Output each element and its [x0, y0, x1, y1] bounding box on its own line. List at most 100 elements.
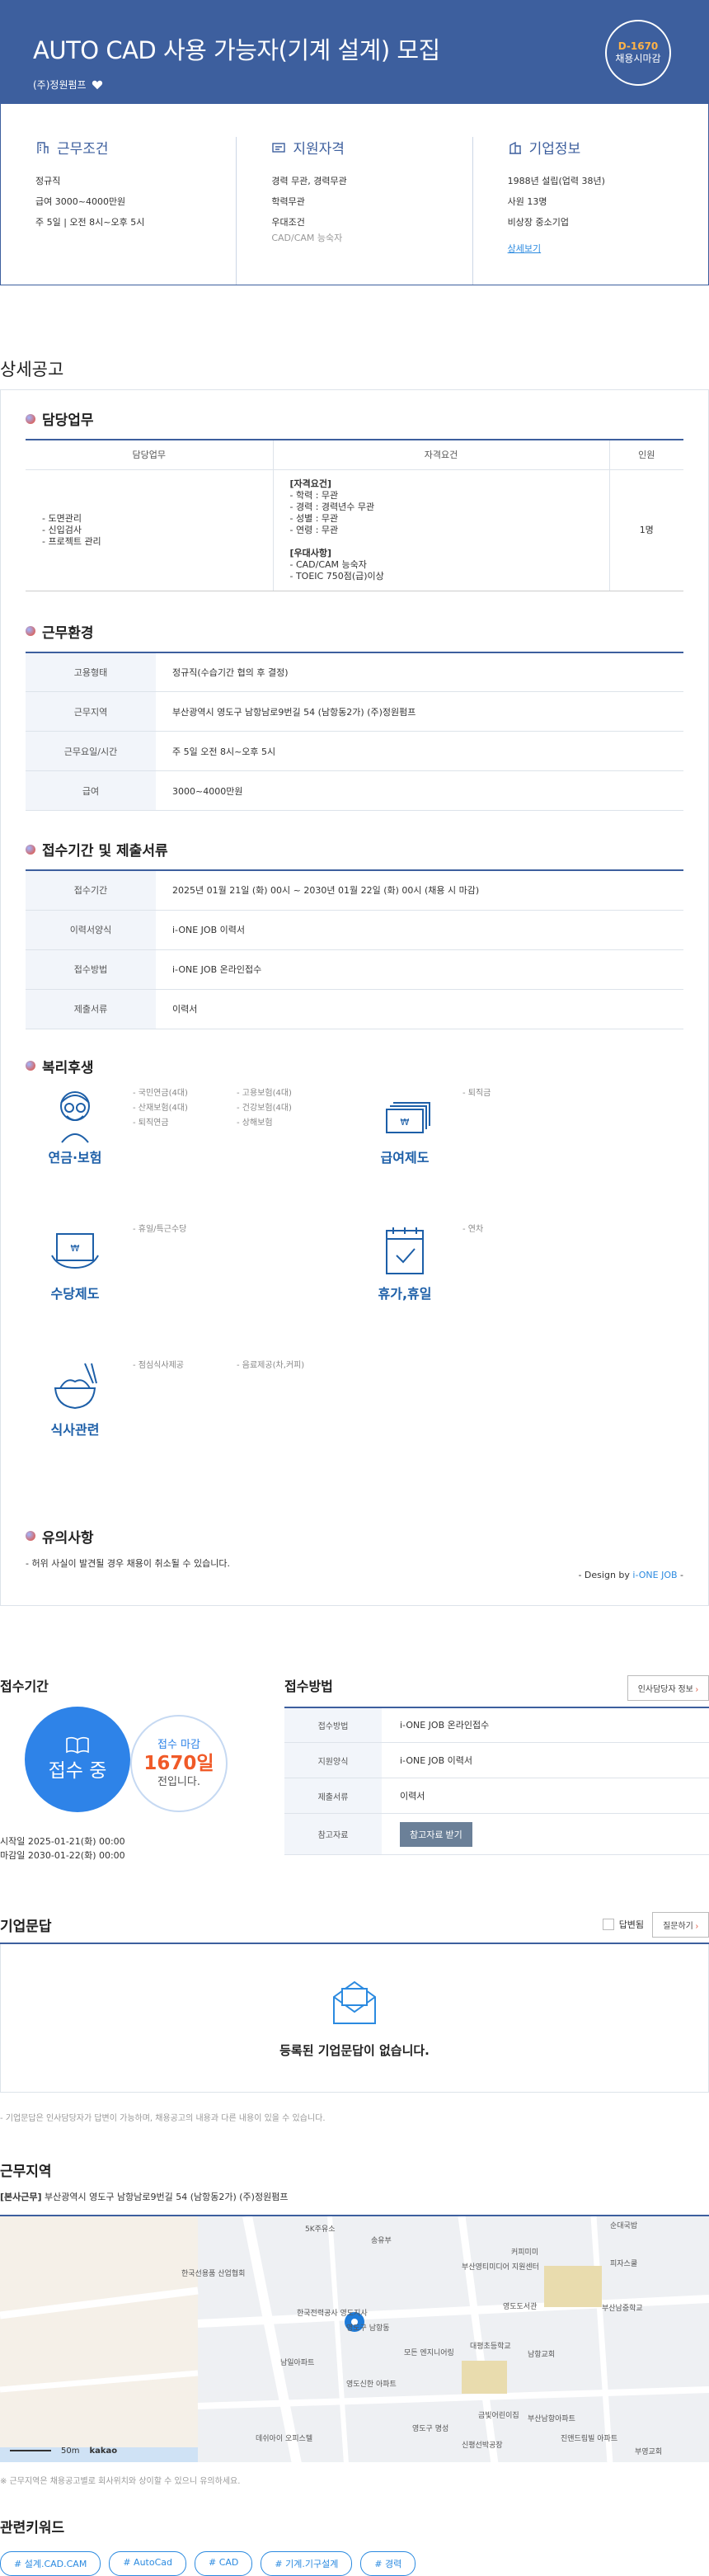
duty-section: 담당업무 담당업무 자격요건 인원 - 도면관리 - 신입검사 - 프로젝트 관…	[26, 408, 683, 591]
benefit-item: - 고용보험(4대)	[237, 1088, 292, 1098]
download-reference-button[interactable]: 참고자료 받기	[400, 1821, 472, 1847]
company-line: 비상장 중소기업	[507, 217, 569, 228]
qa-empty-text: 등록된 기업문답이 없습니다.	[279, 2042, 430, 2058]
building-icon	[37, 141, 49, 153]
benefit-label: 휴가,휴일	[378, 1285, 432, 1302]
map-label: 부산영티미디어 지원센터	[462, 2263, 539, 2272]
apply-table: 접수방법 i-ONE JOB 온라인접수 지원양식 i-ONE JOB 이력서 제출…	[284, 1706, 709, 1855]
requirement-item: - 성별 : 무관	[289, 512, 339, 524]
keyword-tag[interactable]: # 기계.기구설계	[261, 2550, 353, 2576]
requirement-item: - 연령 : 무관	[289, 524, 339, 535]
benefit-item: - 퇴직연금	[133, 1118, 169, 1128]
ask-question-button[interactable]: 질문하기 ›	[652, 1911, 709, 1938]
company-detail-link[interactable]: 상세보기	[508, 243, 541, 254]
benefit-label: 연금·보험	[48, 1149, 102, 1166]
keyword-tag[interactable]: # AutoCad	[109, 2550, 186, 2576]
scale-bar	[10, 2450, 51, 2451]
caution-text: - 허위 사실이 발견될 경우 채용이 취소될 수 있습니다.	[26, 1557, 230, 1569]
company-line: 사원 13명	[507, 196, 547, 207]
qualification-line: 학력무관	[271, 196, 305, 207]
preferred-item: - TOEIC 750점(급)이상	[289, 570, 384, 582]
benefit-item: - 연차	[462, 1224, 484, 1234]
benefit-item: - 점심식사제공	[133, 1360, 184, 1370]
envelope-icon	[333, 1980, 376, 2024]
map-label: 한국전력공사 영도지사	[297, 2309, 368, 2318]
hr-contact-button[interactable]: 인사담당자 정보 ›	[627, 1674, 709, 1701]
map[interactable]: 5K주유소 송유부 순대국밥 커피미미 피자스쿨 부산영티미디어 지원센터 한국선용품 산업…	[0, 2214, 709, 2462]
period-key: 제출서류	[26, 989, 156, 1029]
period-key: 접수방법	[26, 949, 156, 990]
headcount-cell: 1명	[609, 469, 683, 591]
period-value: i-ONE JOB 이력서	[156, 910, 683, 950]
env-value: 3000~4000만원	[156, 770, 683, 811]
job-header: AUTO CAD 사용 가능자(기계 설계) 모집 (주)정원펌프 D-1670…	[0, 0, 709, 104]
requirement-heading: [자격요건]	[289, 478, 332, 489]
heart-icon[interactable]	[92, 79, 103, 91]
design-suffix: -	[677, 1569, 683, 1580]
location-address-row: [본사근무] 부산광역시 영도구 남항남로9번길 54 (남항동2가) (주)정…	[0, 2190, 709, 2203]
money-icon: ₩	[386, 1101, 430, 1133]
qa-title: 기업문답	[0, 1918, 52, 1935]
work-conditions: 근무조건 정규직 급여 3000~4000만원 주 5일 | 오전 8시~오후 …	[1, 137, 237, 285]
headcount-header: 인원	[609, 440, 683, 470]
benefit-list: - 퇴직금	[462, 1086, 491, 1101]
company-title: 기업정보	[528, 141, 581, 158]
design-credit: - Design by i-ONE JOB -	[26, 1570, 683, 1580]
bullet-icon	[26, 1531, 35, 1541]
period-section: 접수기간 및 제출서류 접수기간 2025년 01월 21일 (화) 00시 ~ …	[26, 839, 683, 1029]
preferred-item: - CAD/CAM 능숙자	[289, 558, 367, 570]
benefit-item: - 국민연금(4대)	[133, 1088, 188, 1098]
benefits-section: 복리후생 연금·보험 - 국민연금(4대) - 산재보험(4대) - 퇴직연금 …	[26, 1056, 683, 1526]
map-label: 피자스쿨	[610, 2259, 638, 2268]
keyword-tag[interactable]: # 경력	[360, 2550, 416, 2576]
receive-title: 접수기간	[0, 1678, 49, 1694]
map-canvas	[0, 2216, 709, 2462]
env-key: 급여	[26, 770, 156, 811]
status-circles: 접수 중 접수 마감 1670일 전입니다.	[0, 1706, 284, 1818]
benefit-pension: 연금·보험	[34, 1086, 116, 1166]
kakao-logo: kakao	[89, 2446, 118, 2456]
duty-header: 담당업무	[26, 440, 274, 470]
benefit-list: - 고용보험(4대) - 건강보험(4대) - 상해보험	[237, 1086, 292, 1131]
map-label: 금빛어린이집	[478, 2411, 519, 2420]
env-key: 근무요일/시간	[26, 731, 156, 771]
condition-line: 주 5일 | 오전 8시~오후 5시	[35, 217, 145, 228]
chevron-right-icon: ›	[695, 1684, 698, 1694]
deadline-suffix: 전입니다.	[157, 1775, 200, 1788]
duty-table: 담당업무 자격요건 인원 - 도면관리 - 신입검사 - 프로젝트 관리 [자격…	[26, 439, 683, 591]
period-dates: 시작일 2025-01-21(화) 00:00 마감일 2030-01-22(화…	[0, 1834, 284, 1863]
map-label: 영도구 명성	[412, 2424, 449, 2433]
map-label: 진앤드림빌 아파트	[561, 2434, 618, 2443]
map-label: 영도신한 아파트	[346, 2380, 397, 2389]
map-label: 영도도서관	[503, 2302, 538, 2311]
status-text: 접수 중	[48, 1759, 107, 1782]
map-label: 송유부	[371, 2236, 392, 2245]
apply-title: 접수방법	[284, 1678, 333, 1694]
map-label: 부영교회	[635, 2447, 663, 2456]
company-name[interactable]: (주)정원펌프	[33, 78, 87, 92]
calendar-icon	[386, 1227, 424, 1274]
map-scale: 50m kakao	[10, 2446, 117, 2456]
job-title: AUTO CAD 사용 가능자(기계 설계) 모집	[33, 36, 440, 64]
benefit-list: - 음료제공(차,커피)	[237, 1359, 304, 1373]
map-label: 순대국밥	[610, 2221, 638, 2230]
keyword-tag[interactable]: # 설계.CAD.CAM	[0, 2550, 101, 2576]
conditions-title: 근무조건	[57, 141, 109, 158]
receive-period: 접수기간 접수 중 접수 마감 1670일 전입니다. 시작일 2025-01-…	[0, 1675, 284, 1863]
checkbox[interactable]	[602, 1919, 614, 1930]
bullet-icon	[26, 844, 35, 855]
apply-method: 접수방법 인사담당자 정보 › 접수방법 i-ONE JOB 온라인접수 지원양식…	[284, 1674, 709, 1863]
condition-line: 급여 3000~4000만원	[35, 196, 126, 207]
apply-key: 참고자료	[284, 1813, 382, 1855]
answered-filter[interactable]: 답변됨	[602, 1918, 645, 1931]
duty-cell: - 도면관리 - 신입검사 - 프로젝트 관리	[26, 469, 274, 591]
benefit-label: 식사관련	[50, 1421, 100, 1438]
map-label: 대평초등학교	[470, 2342, 511, 2351]
location-tag: [본사근무]	[0, 2191, 42, 2202]
benefit-salary: ₩ 급여제도	[364, 1095, 446, 1166]
keywords-section: 관련키워드 # 설계.CAD.CAM # AutoCad # CAD # 기계.…	[0, 2516, 709, 2576]
answered-label: 답변됨	[618, 1919, 645, 1930]
keyword-tag[interactable]: # CAD	[195, 2550, 253, 2576]
requirement-cell: [자격요건] - 학력 : 무관 - 경력 : 경력년수 무관 - 성별 : 무…	[273, 469, 610, 591]
job-summary: 근무조건 정규직 급여 3000~4000만원 주 5일 | 오전 8시~오후 …	[0, 104, 709, 285]
